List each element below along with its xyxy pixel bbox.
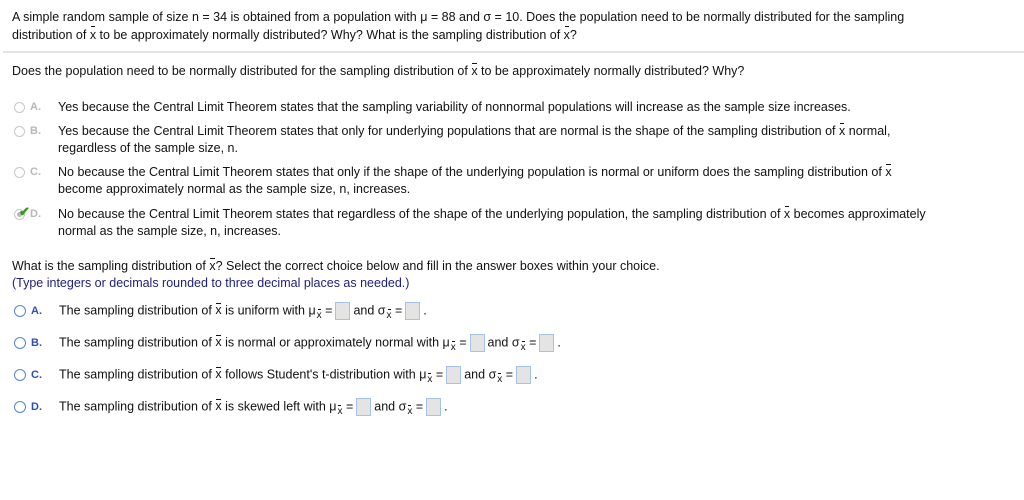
mu-answer-box[interactable] — [335, 302, 351, 320]
sigma-answer-box[interactable] — [426, 398, 442, 416]
sigma-answer-box[interactable] — [405, 302, 421, 320]
x-bar-symbol: x — [783, 206, 791, 221]
checkmark-icon: ✔ — [19, 204, 30, 219]
question-1-text: Does the population need to be normally … — [12, 63, 745, 78]
radio-button[interactable] — [14, 102, 25, 113]
x-bar-symbol: x — [209, 258, 216, 273]
x-bar-symbol: x — [885, 164, 892, 179]
x-bar-symbol: x — [89, 26, 97, 42]
radio-button[interactable] — [14, 305, 26, 317]
option-letter: B. — [30, 125, 41, 137]
option-letter: A. — [30, 101, 41, 113]
problem-statement: A simple random sample of size n = 34 is… — [12, 8, 1012, 44]
option-text: Yes because the Central Limit Theorem st… — [58, 100, 851, 114]
radio-button-selected[interactable]: ✔ — [14, 205, 30, 220]
q1-option-b[interactable]: B. Yes because the Central Limit Theorem… — [14, 123, 988, 157]
q1-option-c[interactable]: C. No because the Central Limit Theorem … — [14, 164, 988, 198]
section-divider — [3, 51, 1024, 53]
mu-answer-box[interactable] — [446, 366, 462, 384]
option-text: No because the Central Limit Theorem sta… — [58, 164, 892, 196]
instruction-hint: (Type integers or decimals rounded to th… — [12, 276, 410, 290]
x-bar-symbol: x — [471, 63, 478, 78]
sigma-answer-box[interactable] — [539, 334, 555, 352]
mu-answer-box[interactable] — [469, 334, 485, 352]
x-bar-symbol: x — [563, 26, 570, 42]
radio-button[interactable] — [14, 369, 26, 381]
radio-button[interactable] — [14, 337, 26, 349]
option-letter: A. — [31, 305, 42, 317]
x-bar-symbol: x — [215, 367, 222, 382]
q1-option-d-selected[interactable]: ✔ D. No because the Central Limit Theore… — [14, 205, 988, 240]
question-2: What is the sampling distribution of x? … — [12, 258, 660, 292]
x-bar-symbol: x — [839, 123, 846, 138]
q2-option-a[interactable]: A. The sampling distribution of x is uni… — [14, 300, 427, 322]
mu-answer-box[interactable] — [356, 398, 372, 416]
option-text: The sampling distribution of x is normal… — [59, 334, 561, 354]
option-letter: D. — [30, 208, 41, 220]
problem-line-1: A simple random sample of size n = 34 is… — [12, 10, 905, 24]
option-text: No because the Central Limit Theorem sta… — [58, 206, 926, 238]
option-letter: D. — [31, 401, 42, 413]
radio-button[interactable] — [14, 167, 25, 178]
sigma-answer-box[interactable] — [516, 366, 532, 384]
option-text: The sampling distribution of x follows S… — [59, 366, 538, 386]
x-bar-symbol: x — [215, 303, 222, 318]
q2-option-d[interactable]: D. The sampling distribution of x is ske… — [14, 396, 448, 418]
option-text: Yes because the Central Limit Theorem st… — [58, 123, 891, 155]
option-text: The sampling distribution of x is skewed… — [59, 398, 448, 418]
option-text: The sampling distribution of x is unifor… — [59, 302, 427, 322]
q2-option-c[interactable]: C. The sampling distribution of x follow… — [14, 364, 538, 386]
option-letter: C. — [30, 166, 41, 178]
problem-line-2: distribution of x to be approximately no… — [12, 26, 577, 42]
option-letter: C. — [31, 369, 42, 381]
x-bar-symbol: x — [215, 399, 222, 414]
radio-button[interactable] — [14, 126, 25, 137]
option-letter: B. — [31, 337, 42, 349]
q1-option-a[interactable]: A. Yes because the Central Limit Theorem… — [14, 99, 988, 116]
q2-option-b[interactable]: B. The sampling distribution of x is nor… — [14, 332, 561, 354]
question-2-text: What is the sampling distribution of x? … — [12, 258, 660, 273]
radio-button[interactable] — [14, 401, 26, 413]
x-bar-symbol: x — [215, 335, 222, 350]
